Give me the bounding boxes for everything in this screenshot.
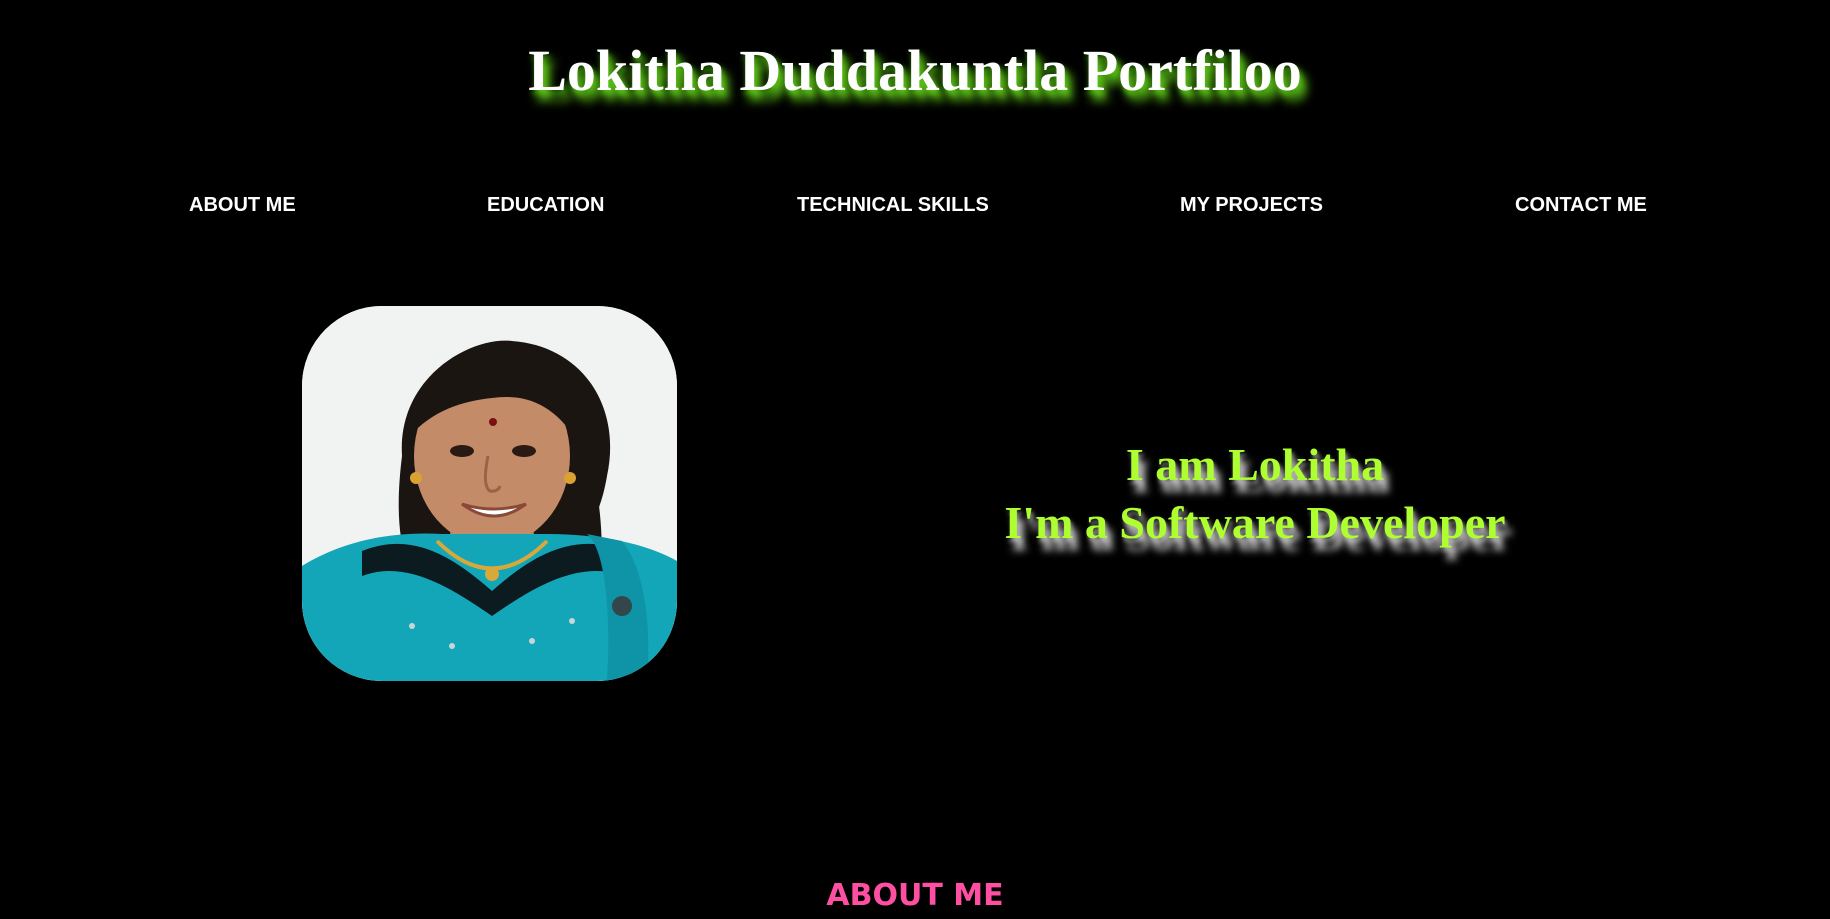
site-title: Lokitha Duddakuntla Portfiloo [528, 38, 1302, 103]
profile-photo [302, 306, 677, 681]
nav-link-my-projects[interactable]: MY PROJECTS [1180, 190, 1323, 220]
nav-link-education[interactable]: EDUCATION [487, 190, 604, 220]
nav-link-about-me[interactable]: ABOUT ME [189, 190, 296, 220]
nav-link-contact-me[interactable]: CONTACT ME [1515, 190, 1647, 220]
portfolio-page: Lokitha Duddakuntla Portfiloo ABOUT ME E… [0, 0, 1830, 919]
hero-greeting: I am Lokitha [1125, 439, 1385, 490]
about-me-heading: ABOUT ME [826, 878, 1004, 913]
hero-intro: I am Lokitha I'm a Software Developer [900, 436, 1610, 552]
nav-link-technical-skills[interactable]: TECHNICAL SKILLS [797, 190, 989, 220]
hero-role: I'm a Software Developer [1004, 497, 1506, 548]
main-nav: ABOUT ME EDUCATION TECHNICAL SKILLS MY P… [0, 190, 1830, 220]
